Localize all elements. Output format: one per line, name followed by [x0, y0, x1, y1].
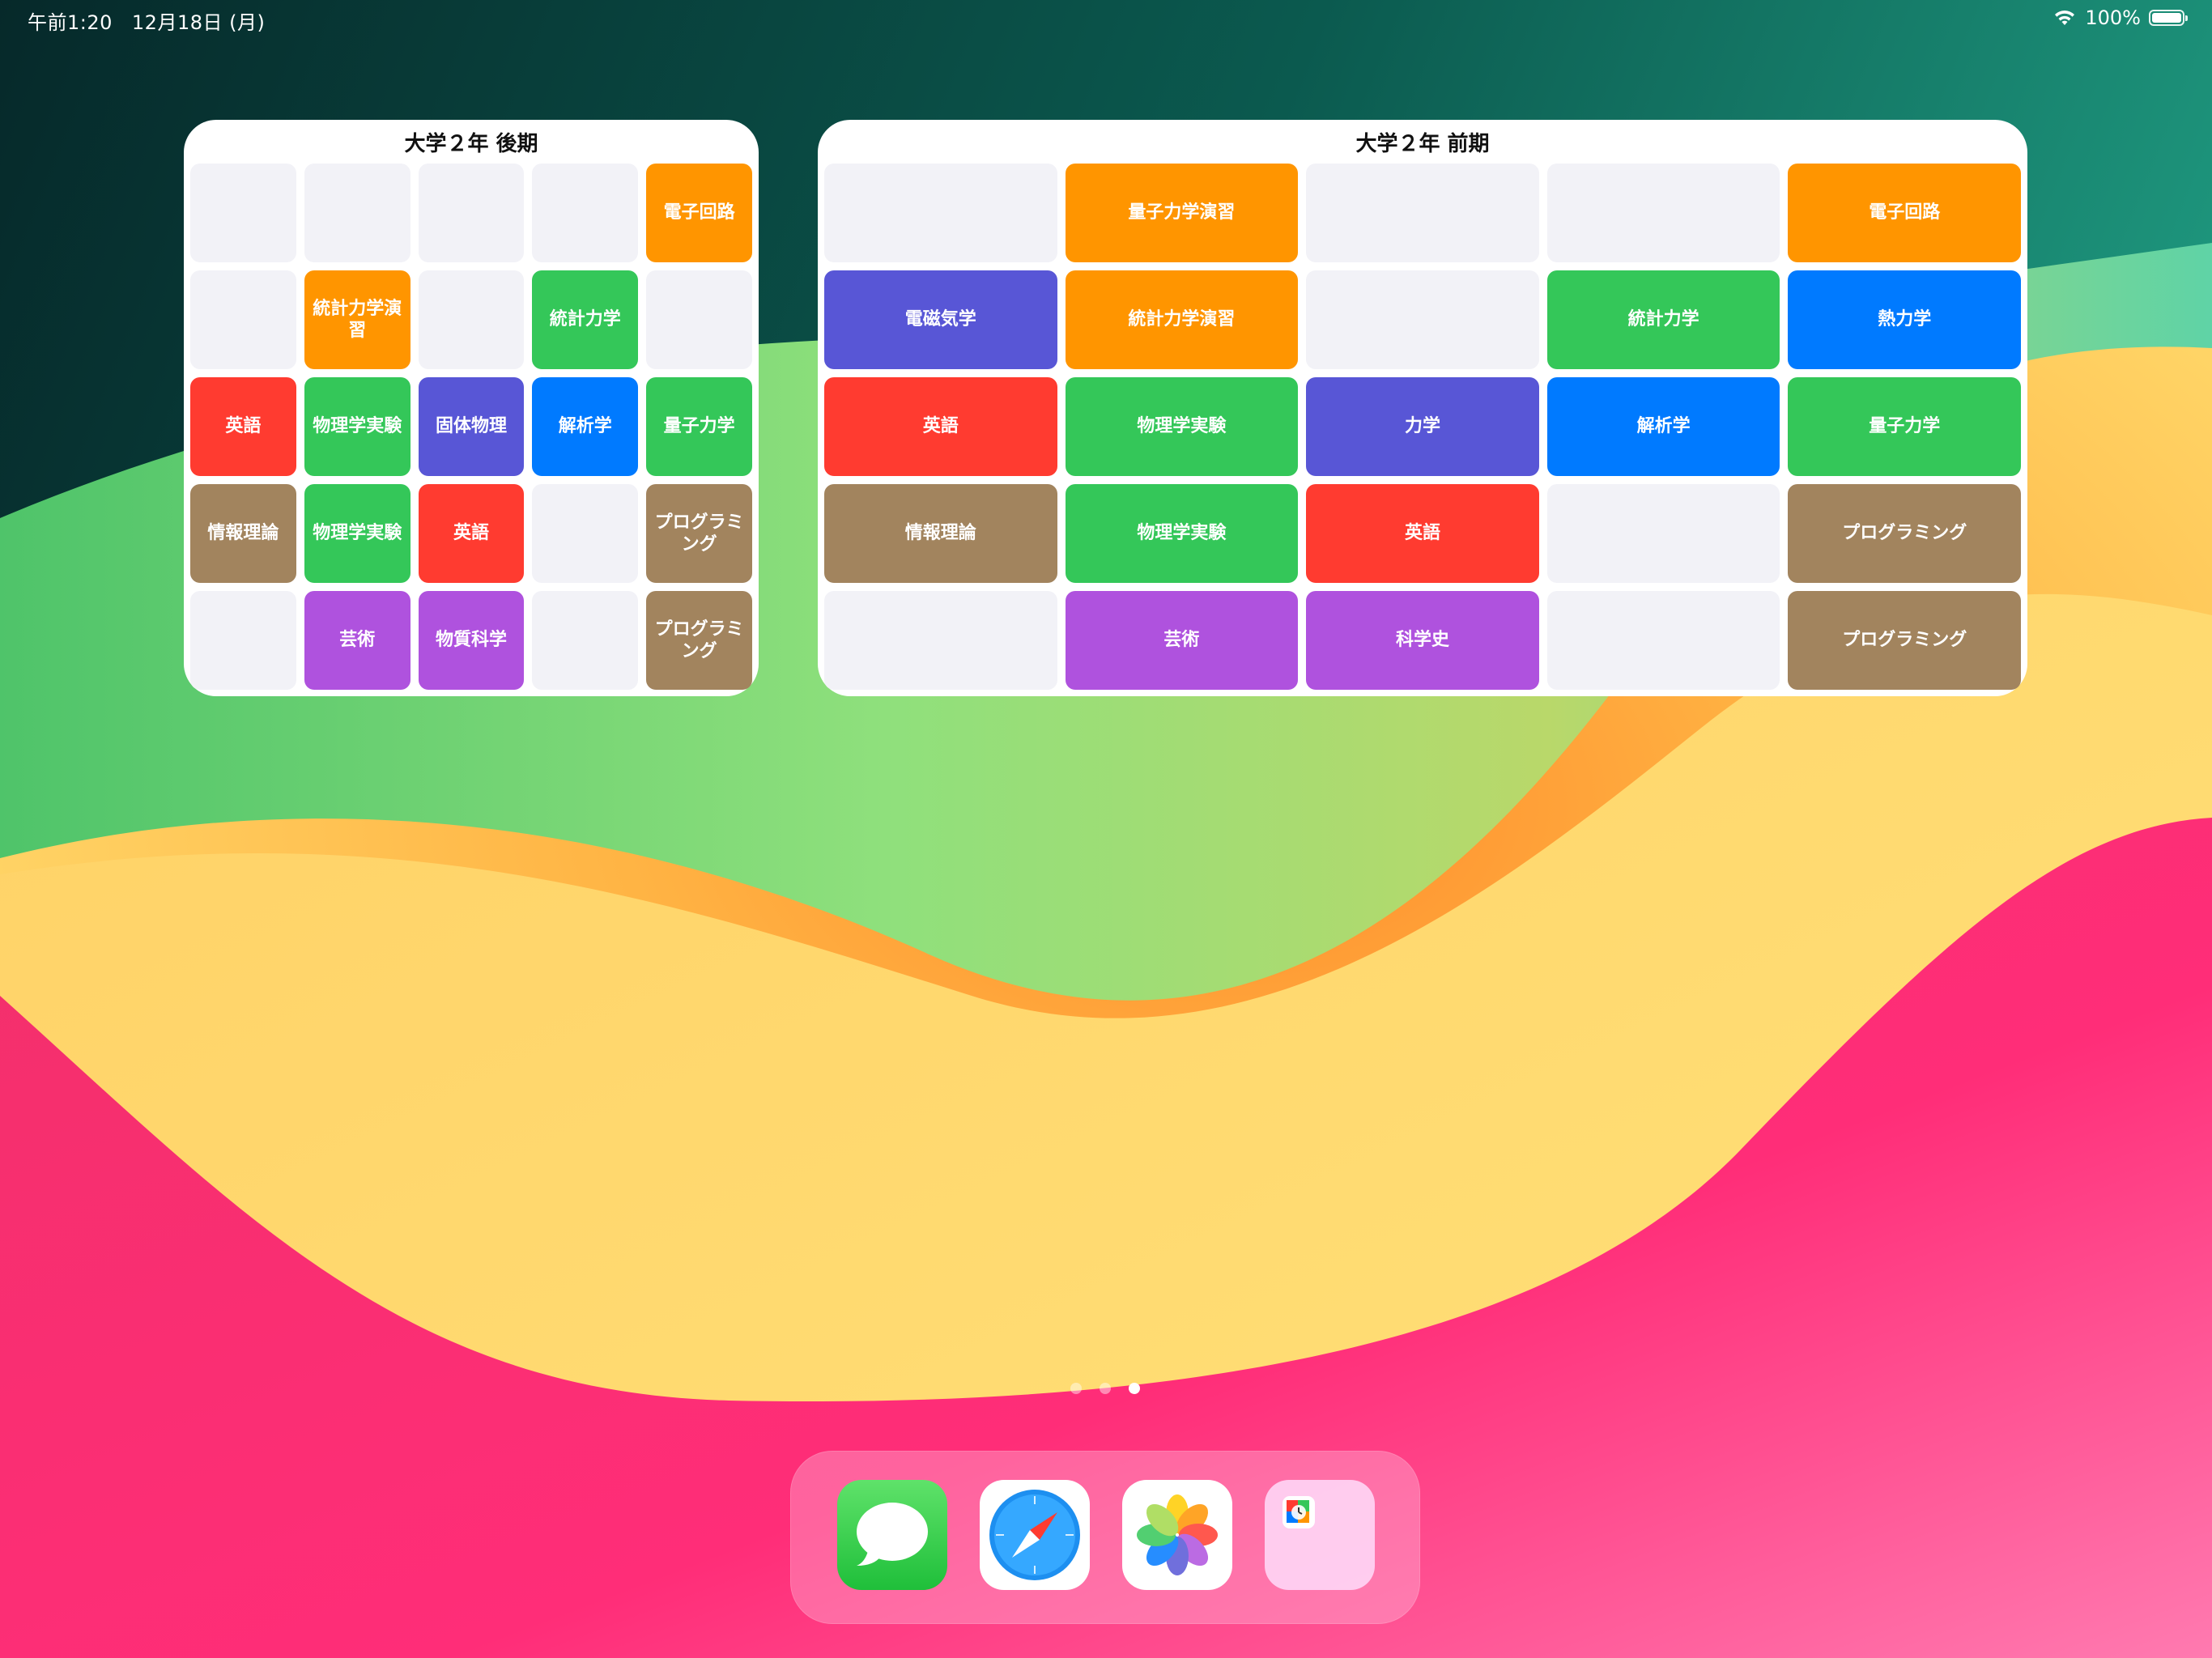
timetable-cell[interactable]: 英語 — [190, 377, 296, 476]
timetable-cell-empty[interactable] — [418, 164, 525, 262]
timetable-cell-empty[interactable] — [190, 164, 296, 262]
page-indicator[interactable] — [1070, 1383, 1140, 1394]
status-date: 12月18日 (月) — [131, 11, 266, 34]
timetable-cell-empty[interactable] — [190, 270, 296, 369]
timetable-cell[interactable]: プログラミング — [1788, 484, 2021, 583]
timetable-cell[interactable]: 統計力学演習 — [1065, 270, 1299, 369]
status-time: 午前1:20 — [28, 11, 113, 34]
wifi-icon — [2055, 11, 2075, 25]
timetable-cell[interactable]: 量子力学 — [646, 377, 752, 476]
app-folder-icon[interactable] — [1265, 1480, 1375, 1590]
timetable-cell[interactable]: 電子回路 — [646, 164, 752, 262]
timetable-cell[interactable]: 科学史 — [1306, 591, 1539, 690]
timetable-cell[interactable]: プログラミング — [646, 591, 752, 690]
timetable-cell[interactable]: 情報理論 — [190, 484, 296, 583]
timetable-cell[interactable]: 力学 — [1306, 377, 1539, 476]
timetable-cell-empty[interactable] — [190, 591, 296, 690]
battery-icon — [2149, 10, 2188, 26]
timetable-cell[interactable]: 物理学実験 — [304, 484, 410, 583]
timetable-cell[interactable]: 英語 — [824, 377, 1057, 476]
timetable-cell[interactable]: 熱力学 — [1788, 270, 2021, 369]
timetable-cell[interactable]: 電子回路 — [1788, 164, 2021, 262]
messages-icon[interactable] — [837, 1480, 947, 1590]
page-dot[interactable] — [1070, 1383, 1082, 1394]
timetable-cell[interactable]: 情報理論 — [824, 484, 1057, 583]
timetable-cell[interactable]: プログラミング — [1788, 591, 2021, 690]
timetable-widget-small[interactable]: 大学２年 後期 電子回路統計力学演習 統計力学英語 物理学実験 固体物理 解析学 量子力学… — [184, 120, 759, 696]
timetable-cell[interactable]: 物理学実験 — [1065, 484, 1299, 583]
timetable-cell-empty[interactable] — [1306, 164, 1539, 262]
photos-icon[interactable] — [1122, 1480, 1232, 1590]
timetable-cell[interactable]: 統計力学 — [532, 270, 639, 369]
timetable-cell-empty[interactable] — [824, 164, 1057, 262]
timetable-grid: 電子回路統計力学演習 統計力学英語 物理学実験 固体物理 解析学 量子力学情報理論 物理学実… — [190, 164, 752, 690]
timetable-cell[interactable]: 物質科学 — [418, 591, 525, 690]
timetable-cell-empty[interactable] — [1546, 484, 1780, 583]
timetable-cell-empty[interactable] — [1546, 591, 1780, 690]
timetable-cell[interactable]: 英語 — [1306, 484, 1539, 583]
timetable-cell-empty[interactable] — [532, 591, 639, 690]
timetable-cell[interactable]: 芸術 — [304, 591, 410, 690]
timetable-cell-empty[interactable] — [824, 591, 1057, 690]
widget-title: 大学２年 前期 — [1355, 132, 1490, 156]
timetable-cell[interactable]: 固体物理 — [418, 377, 525, 476]
timetable-cell-empty[interactable] — [418, 270, 525, 369]
timetable-cell[interactable]: 解析学 — [532, 377, 639, 476]
timetable-cell[interactable]: 統計力学演習 — [304, 270, 410, 369]
timetable-cell-empty[interactable] — [1306, 270, 1539, 369]
timetable-cell[interactable]: 物理学実験 — [304, 377, 410, 476]
battery-percent: 100% — [2085, 6, 2141, 29]
timetable-cell[interactable]: 統計力学 — [1546, 270, 1780, 369]
timetable-cell-empty[interactable] — [532, 484, 639, 583]
safari-icon[interactable] — [980, 1480, 1090, 1590]
timetable-cell-empty[interactable] — [304, 164, 410, 262]
timetable-cell-empty[interactable] — [1546, 164, 1780, 262]
timetable-cell[interactable]: 量子力学演習 — [1065, 164, 1299, 262]
page-dot[interactable] — [1129, 1383, 1140, 1394]
timetable-cell[interactable]: 英語 — [418, 484, 525, 583]
timetable-widget-large[interactable]: 大学２年 前期 量子力学演習 電子回路電磁気学 統計力学演習 統計力学 熱力学英語 物理学… — [818, 120, 2027, 696]
status-bar-left: 午前1:20 12月18日 (月) — [28, 6, 265, 35]
timetable-cell-empty[interactable] — [532, 164, 639, 262]
timetable-cell[interactable]: 芸術 — [1065, 591, 1299, 690]
timetable-cell[interactable]: 解析学 — [1546, 377, 1780, 476]
status-bar-right: 100% — [2052, 6, 2188, 29]
widget-title: 大学２年 後期 — [404, 132, 538, 156]
dock — [790, 1451, 1420, 1624]
timetable-cell[interactable]: 物理学実験 — [1065, 377, 1299, 476]
timetable-grid: 量子力学演習 電子回路電磁気学 統計力学演習 統計力学 熱力学英語 物理学実験 力学 解析学量… — [824, 164, 2021, 690]
timetable-cell[interactable]: 電磁気学 — [824, 270, 1057, 369]
timetable-cell[interactable]: プログラミング — [646, 484, 752, 583]
page-dot[interactable] — [1100, 1383, 1111, 1394]
timetable-cell[interactable]: 量子力学 — [1788, 377, 2021, 476]
timetable-cell-empty[interactable] — [646, 270, 752, 369]
